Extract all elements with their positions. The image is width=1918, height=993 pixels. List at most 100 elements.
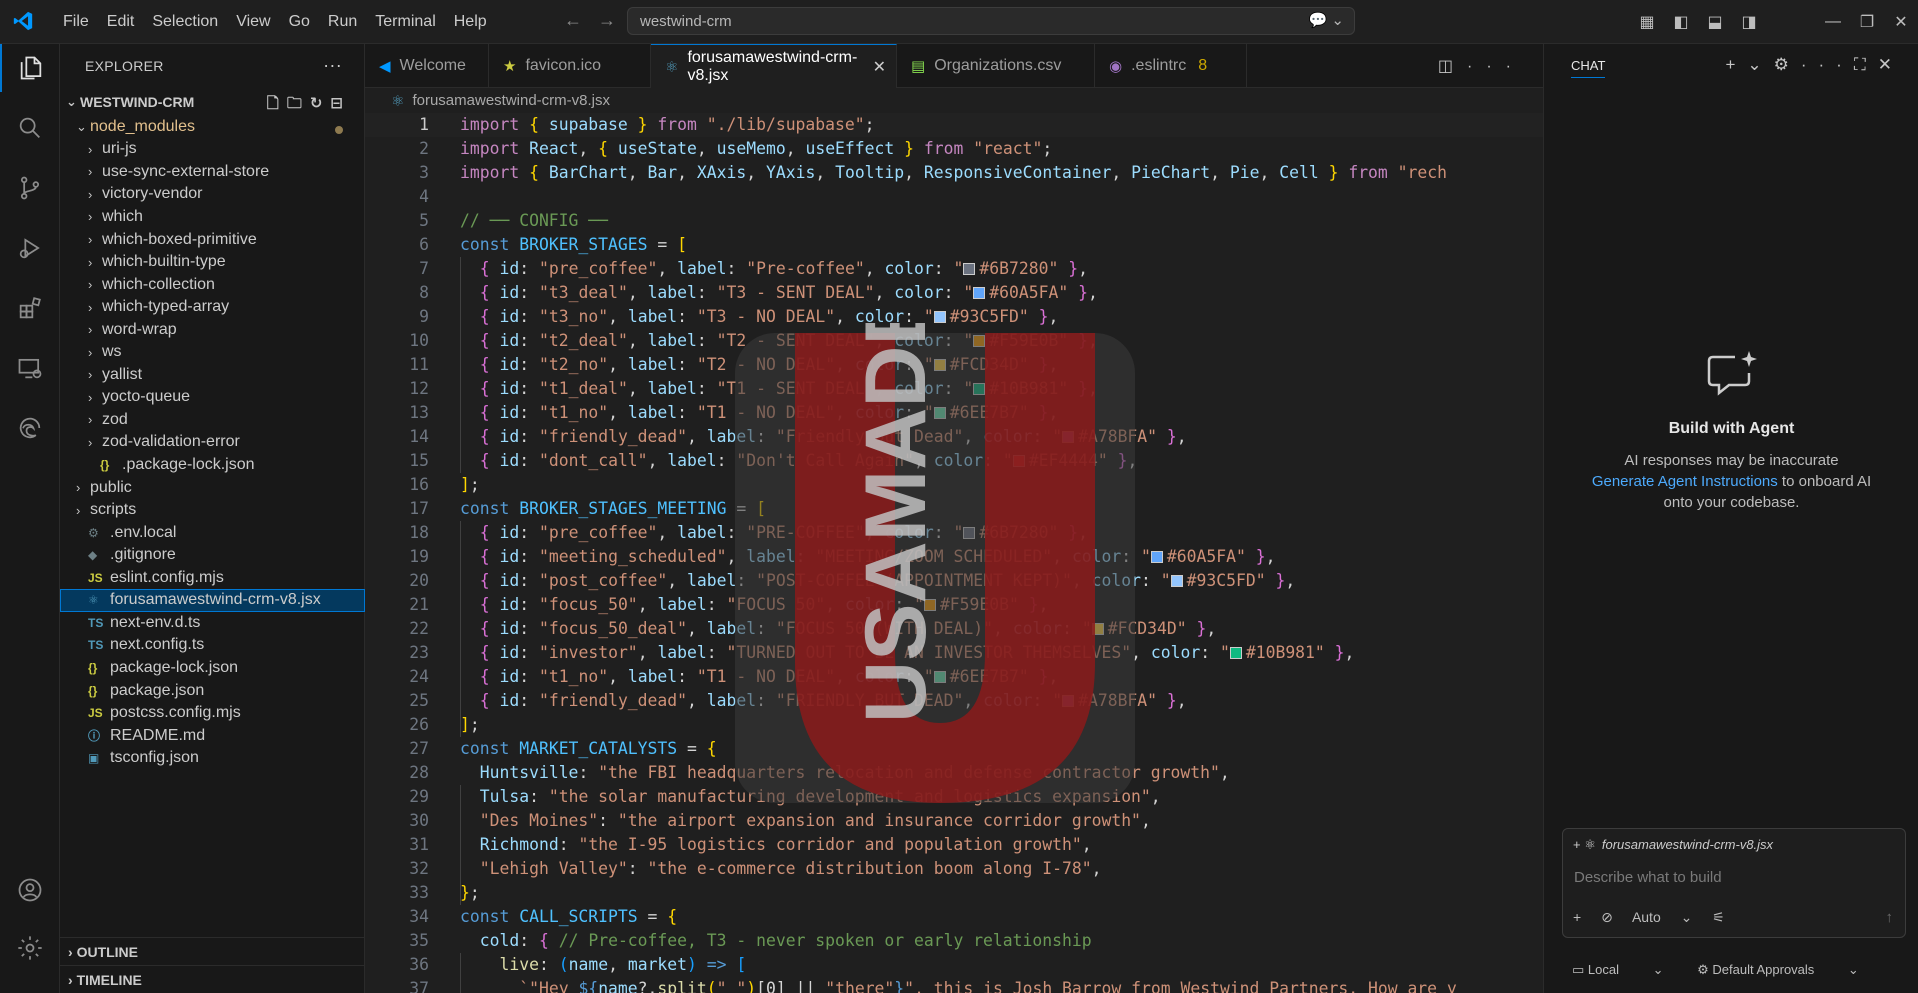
menu-item-view[interactable]: View — [227, 0, 279, 44]
menu-item-selection[interactable]: Selection — [143, 0, 227, 44]
toggle-secondary-sidebar-icon[interactable]: ◨ — [1732, 12, 1766, 32]
folder-item[interactable]: › uri-js — [60, 138, 365, 161]
more-actions-icon[interactable]: ··· — [1801, 55, 1854, 74]
chat-actions[interactable]: +⌄⚙···⛶✕ — [1725, 55, 1904, 75]
code-line[interactable]: 31 Richmond: "the I-95 logistics corrido… — [365, 833, 1543, 857]
folder-item[interactable]: ⌄ node_modules — [60, 116, 365, 139]
color-swatch[interactable] — [933, 671, 946, 683]
color-swatch[interactable] — [933, 359, 946, 371]
timeline-section[interactable]: › TIMELINE — [60, 965, 365, 993]
close-tab-icon[interactable]: ✕ — [873, 57, 886, 77]
code-line[interactable]: 35 cold: { // Pre-coffee, T3 - never spo… — [365, 929, 1543, 953]
code-line[interactable]: 24 { id: "t1_no", label: "T1 - NO DEAL",… — [365, 665, 1543, 689]
file-item[interactable]: ⚙ .env.local — [60, 521, 365, 544]
forward-arrow-icon[interactable]: → — [598, 10, 616, 30]
chat-input-placeholder[interactable]: Describe what to build — [1574, 869, 1722, 886]
source-control-icon[interactable] — [0, 164, 60, 212]
color-swatch[interactable] — [1229, 647, 1242, 659]
code-line[interactable]: 13 { id: "t1_no", label: "T1 - NO DEAL",… — [365, 401, 1543, 425]
send-icon[interactable]: ↑ — [1886, 909, 1894, 926]
remote-explorer-icon[interactable] — [0, 344, 60, 392]
new-chat-icon[interactable]: +⌄ — [1725, 55, 1773, 74]
color-swatch[interactable] — [1012, 455, 1025, 467]
menu-item-help[interactable]: Help — [445, 0, 496, 44]
code-line[interactable]: 37 `"Hey ${name?.split(" ")[0] || "there… — [365, 977, 1543, 993]
folder-item[interactable]: › word-wrap — [60, 318, 365, 341]
file-item[interactable]: {} .package-lock.json — [60, 454, 365, 477]
folder-item[interactable]: › which-collection — [60, 273, 365, 296]
color-swatch[interactable] — [973, 287, 986, 299]
menu-item-go[interactable]: Go — [280, 0, 319, 44]
editor-actions[interactable]: ◫··· — [1438, 56, 1525, 76]
tab-organizations-csv[interactable]: ▤ Organizations.csv — [897, 44, 1095, 88]
code-line[interactable]: 16]; — [365, 473, 1543, 497]
code-line[interactable]: 34 const CALL_SCRIPTS = { — [365, 905, 1543, 929]
edge-devtools-icon[interactable] — [0, 404, 60, 452]
explorer-actions[interactable]: 🗋🗀↻⊟ — [267, 93, 351, 118]
context-attachment[interactable]: + ⚛ forusamawestwind-crm-v8.jsx — [1573, 837, 1773, 853]
folder-item[interactable]: › which-typed-array — [60, 296, 365, 319]
folder-item[interactable]: › public — [60, 476, 365, 499]
add-context-icon[interactable]: + ⚛ — [1573, 837, 1596, 852]
menu-item-file[interactable]: File — [54, 0, 98, 44]
file-item[interactable]: TS next-env.d.ts — [60, 612, 365, 635]
color-swatch[interactable] — [923, 599, 936, 611]
code-line[interactable]: 19 { id: "meeting_scheduled", label: "ME… — [365, 545, 1543, 569]
code-line[interactable]: 8 { id: "t3_deal", label: "T3 - SENT DEA… — [365, 281, 1543, 305]
color-swatch[interactable] — [1150, 551, 1163, 563]
code-line[interactable]: 17 const BROKER_STAGES_MEETING = [ — [365, 497, 1543, 521]
code-line[interactable]: 25 { id: "friendly_dead", label: "FRIEND… — [365, 689, 1543, 713]
minimize-icon[interactable]: — — [1816, 13, 1850, 31]
code-line[interactable]: 23 { id: "investor", label: "TURNED OUT … — [365, 641, 1543, 665]
color-swatch[interactable] — [973, 335, 986, 347]
file-item[interactable]: ⓘ README.md — [60, 724, 365, 747]
code-line[interactable]: 20 { id: "post_coffee", label: "POST-COF… — [365, 569, 1543, 593]
code-line[interactable]: 10 { id: "t2_deal", label: "T2 - SENT DE… — [365, 329, 1543, 353]
color-swatch[interactable] — [963, 263, 976, 275]
restore-icon[interactable]: ❐ — [1850, 12, 1884, 32]
run-debug-icon[interactable] — [0, 224, 60, 272]
add-icon[interactable]: + — [1573, 909, 1581, 925]
breadcrumb[interactable]: ⚛ forusamawestwind-crm-v8.jsx — [365, 88, 1543, 113]
explorer-icon[interactable] — [0, 44, 60, 92]
mode-select[interactable]: Auto ⌄ — [1632, 909, 1692, 925]
file-item[interactable]: TS next.config.ts — [60, 634, 365, 657]
close-icon[interactable]: ✕ — [1878, 55, 1904, 74]
file-item[interactable]: ▣ tsconfig.json — [60, 747, 365, 770]
approvals-select[interactable]: ⚙ Default Approvals ⌄ — [1697, 962, 1859, 977]
folder-item[interactable]: › yallist — [60, 364, 365, 387]
manage-gear-icon[interactable] — [0, 924, 60, 972]
folder-item[interactable]: › zod-validation-error — [60, 431, 365, 454]
folder-item[interactable]: › use-sync-external-store — [60, 161, 365, 184]
code-line[interactable]: 21 { id: "focus_50", label: "FOCUS 50", … — [365, 593, 1543, 617]
chat-tab[interactable]: CHAT — [1571, 58, 1606, 78]
color-swatch[interactable] — [933, 407, 946, 419]
color-swatch[interactable] — [933, 311, 946, 323]
more-actions-icon[interactable]: ··· — [323, 55, 342, 76]
menu-item-edit[interactable]: Edit — [98, 0, 144, 44]
split-editor-icon[interactable]: ◫ — [1438, 58, 1467, 75]
tab-welcome[interactable]: ◀ Welcome — [365, 44, 489, 88]
search-icon[interactable] — [0, 104, 60, 152]
command-center-search[interactable]: westwind-crm 💬 ⌄ — [627, 7, 1355, 35]
code-line[interactable]: 29 Tulsa: "the solar manufacturing devel… — [365, 785, 1543, 809]
color-swatch[interactable] — [963, 527, 976, 539]
layout-customize-icon[interactable]: ▦ — [1630, 12, 1664, 32]
accounts-icon[interactable] — [0, 866, 60, 914]
generate-instructions-link[interactable]: Generate Agent Instructions — [1592, 473, 1778, 490]
tab-favicon-ico[interactable]: ★ favicon.ico — [489, 44, 651, 88]
code-line[interactable]: 27 const MARKET_CATALYSTS = { — [365, 737, 1543, 761]
outline-section[interactable]: › OUTLINE — [60, 937, 365, 965]
toggle-sidebar-icon[interactable]: ◧ — [1664, 12, 1698, 32]
toggle-panel-icon[interactable]: ⬓ — [1698, 12, 1732, 32]
folder-item[interactable]: › zod — [60, 409, 365, 432]
close-window-icon[interactable]: ✕ — [1884, 12, 1918, 32]
code-line[interactable]: 36 live: (name, market) => [ — [365, 953, 1543, 977]
code-line[interactable]: 6 const BROKER_STAGES = [ — [365, 233, 1543, 257]
file-item[interactable]: ◆ .gitignore — [60, 544, 365, 567]
file-item[interactable]: {} package.json — [60, 679, 365, 702]
file-item[interactable]: ⚛ forusamawestwind-crm-v8.jsx — [60, 589, 365, 612]
folder-item[interactable]: › which — [60, 206, 365, 229]
code-line[interactable]: 1 import { supabase } from "./lib/supabas… — [365, 113, 1543, 137]
folder-item[interactable]: › yocto-queue — [60, 386, 365, 409]
